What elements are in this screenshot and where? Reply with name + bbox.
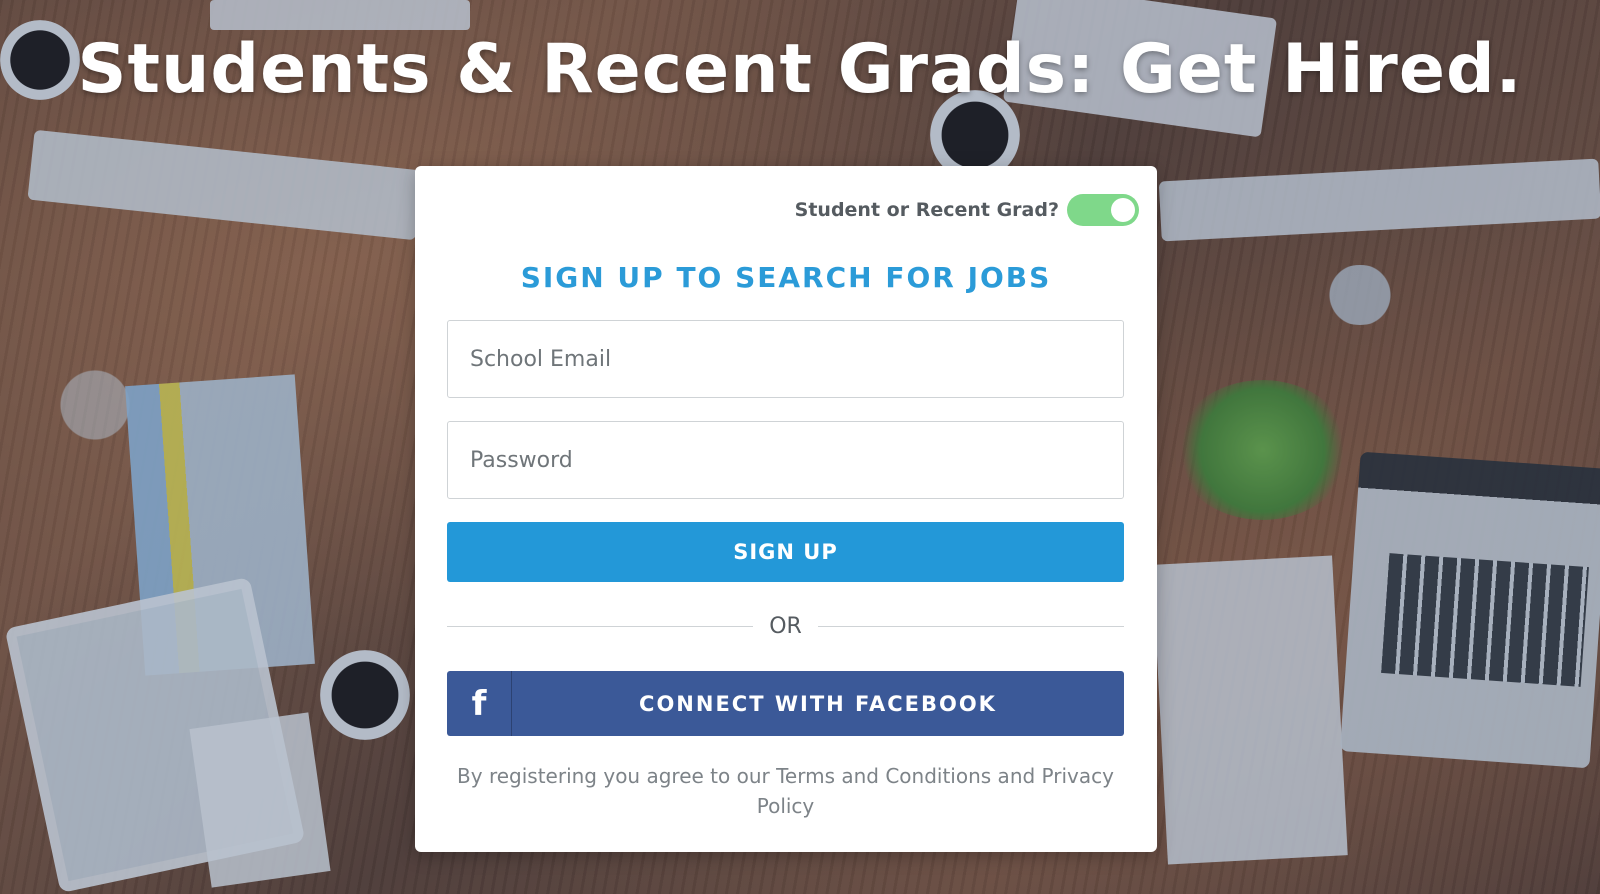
facebook-icon: f xyxy=(447,671,512,736)
or-divider: OR xyxy=(447,611,1125,641)
student-toggle-row: Student or Recent Grad? xyxy=(795,194,1139,226)
legal-and: and xyxy=(991,764,1042,788)
divider-text: OR xyxy=(769,613,802,639)
student-toggle-label: Student or Recent Grad? xyxy=(794,199,1059,221)
facebook-button-label: CONNECT WITH FACEBOOK xyxy=(639,691,997,716)
terms-link[interactable]: Terms and Conditions xyxy=(776,764,991,788)
sign-up-button[interactable]: SIGN UP xyxy=(447,522,1124,582)
toggle-knob xyxy=(1111,198,1135,222)
divider-line xyxy=(447,625,754,627)
signup-card: Student or Recent Grad? SIGN UP TO SEARC… xyxy=(415,166,1157,852)
password-input[interactable] xyxy=(447,421,1124,499)
connect-facebook-button[interactable]: f CONNECT WITH FACEBOOK xyxy=(447,671,1124,736)
student-toggle-switch[interactable] xyxy=(1067,194,1139,226)
school-email-input[interactable] xyxy=(447,320,1124,398)
divider-line xyxy=(817,625,1125,627)
hero-background: Students & Recent Grads: Get Hired. Stud… xyxy=(0,0,1600,894)
legal-notice: By registering you agree to our Terms an… xyxy=(447,761,1124,821)
page-headline: Students & Recent Grads: Get Hired. xyxy=(77,30,1523,109)
legal-prefix: By registering you agree to our xyxy=(457,764,777,788)
signup-title: SIGN UP TO SEARCH FOR JOBS xyxy=(520,261,1052,294)
